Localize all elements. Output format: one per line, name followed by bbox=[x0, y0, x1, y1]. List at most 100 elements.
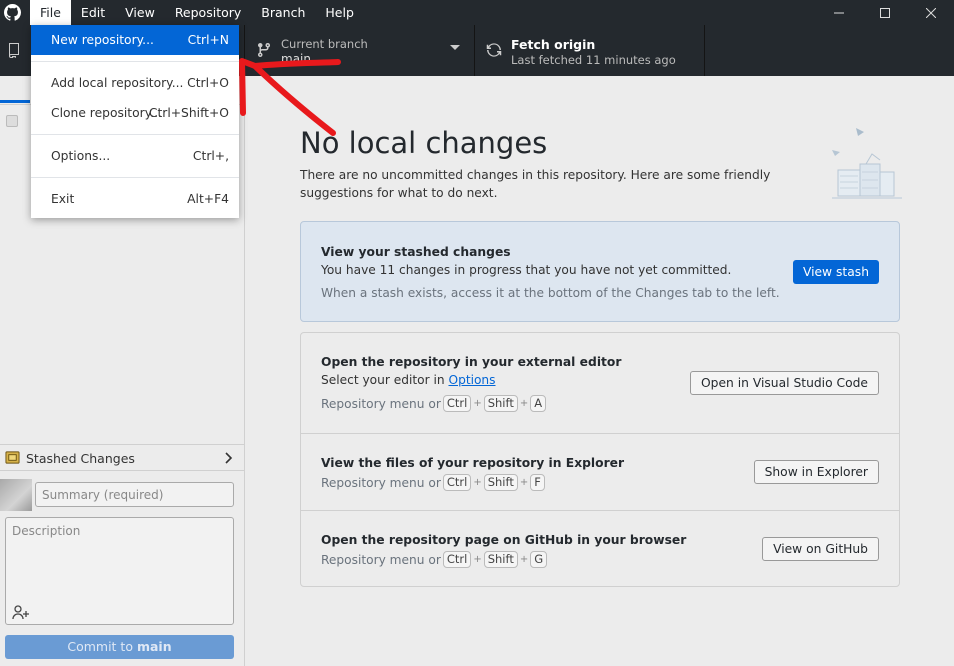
commit-button[interactable]: Commit to main bbox=[5, 635, 234, 659]
repo-icon bbox=[9, 43, 19, 58]
plus-sign: + bbox=[473, 554, 482, 565]
menu-item-shortcut: Ctrl+O bbox=[187, 76, 229, 90]
close-button[interactable] bbox=[908, 0, 954, 25]
menu-item-label: Clone repository... bbox=[51, 106, 162, 120]
shortcut-prefix: Repository menu or bbox=[321, 552, 441, 567]
select-all-checkbox[interactable] bbox=[6, 115, 18, 127]
plus-sign: + bbox=[473, 477, 482, 488]
avatar bbox=[0, 479, 32, 511]
key-g: G bbox=[530, 551, 548, 568]
main-content: No local changes There are no uncommitte… bbox=[246, 76, 954, 666]
github-suggestion-row: Open the repository page on GitHub in yo… bbox=[301, 510, 899, 586]
menu-item-shortcut: Ctrl+N bbox=[187, 33, 229, 47]
description-box bbox=[5, 517, 234, 625]
minimize-icon bbox=[834, 12, 844, 13]
fetch-subtitle: Last fetched 11 minutes ago bbox=[511, 53, 676, 67]
menu-help[interactable]: Help bbox=[315, 0, 364, 25]
file-menu-dropdown: New repository... Ctrl+N Add local repos… bbox=[31, 25, 239, 218]
maximize-icon bbox=[880, 7, 890, 18]
page-description: There are no uncommitted changes in this… bbox=[300, 168, 771, 200]
github-logo-icon bbox=[4, 4, 21, 21]
add-co-author-icon[interactable] bbox=[12, 604, 30, 620]
view-on-github-button[interactable]: View on GitHub bbox=[762, 537, 879, 561]
plus-sign: + bbox=[519, 398, 529, 409]
explorer-row-shortcut: Repository menu or Ctrl + Shift + F bbox=[321, 474, 545, 491]
editor-suggestion-row: Open the repository in your external edi… bbox=[301, 333, 899, 433]
editor-row-prefix: Select your editor in bbox=[321, 373, 449, 387]
key-shift: Shift bbox=[483, 474, 518, 491]
chevron-right-icon bbox=[225, 452, 233, 464]
options-link[interactable]: Options bbox=[448, 373, 495, 387]
stash-card: View your stashed changes You have 11 ch… bbox=[300, 221, 900, 322]
menu-item-shortcut: Ctrl+, bbox=[192, 149, 229, 163]
menu-bar: File Edit View Repository Branch Help bbox=[30, 0, 364, 25]
menu-view[interactable]: View bbox=[115, 0, 165, 25]
menu-separator bbox=[31, 61, 239, 62]
menu-item-label: Options... bbox=[51, 149, 111, 163]
summary-input[interactable] bbox=[35, 482, 234, 507]
shortcut-prefix: Repository menu or bbox=[321, 475, 441, 490]
key-f: F bbox=[530, 474, 545, 491]
editor-row-title: Open the repository in your external edi… bbox=[321, 355, 622, 369]
menu-separator bbox=[31, 134, 239, 135]
stash-card-text: You have 11 changes in progress that you… bbox=[321, 263, 732, 277]
branch-title: Current branch bbox=[281, 37, 368, 51]
commit-prefix: Commit to bbox=[67, 639, 137, 654]
explorer-row-title: View the files of your repository in Exp… bbox=[321, 456, 625, 470]
menu-edit[interactable]: Edit bbox=[71, 0, 115, 25]
stash-card-title: View your stashed changes bbox=[321, 245, 511, 259]
stashed-changes-row[interactable]: Stashed Changes bbox=[0, 444, 245, 471]
chevron-down-icon bbox=[450, 45, 460, 50]
branch-name: main bbox=[281, 52, 311, 66]
key-a: A bbox=[530, 395, 547, 412]
shortcut-prefix: Repository menu or bbox=[321, 396, 441, 411]
fetch-origin-button[interactable]: Fetch origin Last fetched 11 minutes ago bbox=[475, 25, 705, 76]
key-shift: Shift bbox=[483, 551, 518, 568]
menu-item-shortcut: Ctrl+Shift+O bbox=[148, 106, 229, 120]
github-row-title: Open the repository page on GitHub in yo… bbox=[321, 533, 687, 547]
menu-separator bbox=[31, 177, 239, 178]
menu-repository[interactable]: Repository bbox=[165, 0, 251, 25]
view-stash-button[interactable]: View stash bbox=[792, 260, 879, 284]
menu-item-new-repository[interactable]: New repository... Ctrl+N bbox=[31, 25, 239, 55]
menu-item-label: New repository... bbox=[51, 33, 154, 47]
explorer-suggestion-row: View the files of your repository in Exp… bbox=[301, 433, 899, 510]
commit-branch: main bbox=[136, 639, 172, 654]
plus-sign: + bbox=[473, 398, 482, 409]
menu-item-clone-repository[interactable]: Clone repository... Ctrl+Shift+O bbox=[31, 98, 239, 128]
stash-card-hint: When a stash exists, access it at the bo… bbox=[321, 286, 780, 300]
minimize-button[interactable] bbox=[816, 0, 862, 25]
github-row-shortcut: Repository menu or Ctrl + Shift + G bbox=[321, 551, 548, 568]
suggestions-card: Open the repository in your external edi… bbox=[300, 332, 900, 587]
menu-item-exit[interactable]: Exit Alt+F4 bbox=[31, 184, 239, 214]
menu-item-label: Add local repository... bbox=[51, 76, 184, 90]
key-ctrl: Ctrl bbox=[442, 474, 472, 491]
current-branch-button[interactable]: Current branch main bbox=[245, 25, 475, 76]
title-bar: File Edit View Repository Branch Help bbox=[0, 0, 954, 25]
show-in-explorer-button[interactable]: Show in Explorer bbox=[753, 460, 879, 484]
menu-item-options[interactable]: Options... Ctrl+, bbox=[31, 141, 239, 171]
menu-file[interactable]: File bbox=[30, 0, 71, 25]
empty-state-illustration bbox=[832, 128, 902, 199]
plus-sign: + bbox=[519, 477, 529, 488]
editor-row-shortcut: Repository menu or Ctrl + Shift + A bbox=[321, 395, 547, 412]
branch-icon bbox=[258, 42, 270, 58]
key-shift: Shift bbox=[483, 395, 518, 412]
menu-item-add-local-repository[interactable]: Add local repository... Ctrl+O bbox=[31, 68, 239, 98]
menu-item-label: Exit bbox=[51, 192, 75, 206]
sync-icon bbox=[486, 43, 502, 57]
open-in-editor-button[interactable]: Open in Visual Studio Code bbox=[689, 371, 879, 395]
description-input[interactable] bbox=[6, 518, 233, 598]
window-controls bbox=[816, 0, 954, 25]
close-icon bbox=[926, 7, 936, 18]
plus-sign: + bbox=[519, 554, 529, 565]
changes-tab-indicator[interactable] bbox=[0, 100, 30, 103]
menu-branch[interactable]: Branch bbox=[251, 0, 315, 25]
page-title: No local changes bbox=[300, 126, 548, 160]
menu-item-shortcut: Alt+F4 bbox=[187, 192, 229, 206]
stash-icon bbox=[5, 451, 20, 464]
editor-row-text: Select your editor in Options bbox=[321, 373, 496, 387]
maximize-button[interactable] bbox=[862, 0, 908, 25]
key-ctrl: Ctrl bbox=[442, 395, 472, 412]
key-ctrl: Ctrl bbox=[442, 551, 472, 568]
